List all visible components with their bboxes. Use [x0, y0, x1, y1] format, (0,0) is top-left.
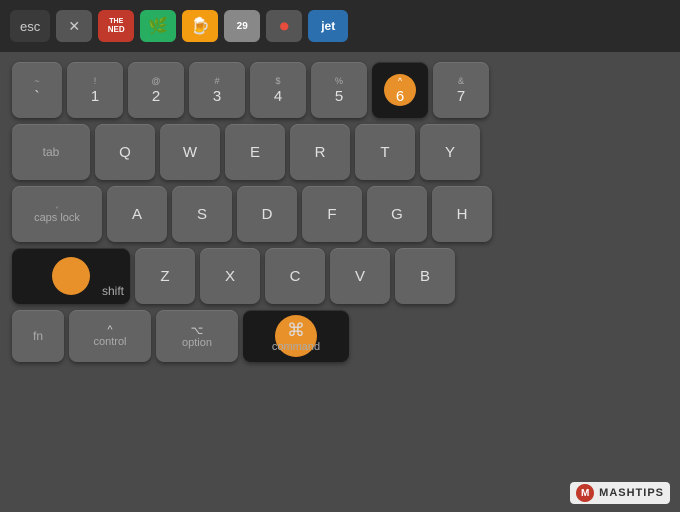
key-tilde[interactable]: ~ ` [12, 62, 62, 118]
key-f[interactable]: F [302, 186, 362, 242]
key-command[interactable]: ⌘ command [243, 310, 349, 362]
key-5[interactable]: % 5 [311, 62, 367, 118]
asdf-row: • caps lock A S D F G H [12, 186, 668, 242]
qwerty-row: tab Q W E R T Y [12, 124, 668, 180]
key-x[interactable]: X [200, 248, 260, 304]
key-caps-lock[interactable]: • caps lock [12, 186, 102, 242]
esc-key[interactable]: esc [10, 10, 50, 42]
touch-bar: esc ✕ THE NED 🌿 🍺 29 ⏺ jet [0, 0, 680, 52]
key-s[interactable]: S [172, 186, 232, 242]
key-fn[interactable]: fn [12, 310, 64, 362]
keyboard: ~ ` ! 1 @ 2 # 3 $ 4 % 5 ^ 6 & [0, 52, 680, 372]
tb-record-icon[interactable]: ⏺ [266, 10, 302, 42]
watermark-text: MASHTIPS [599, 487, 664, 499]
zxcv-row: shift Z X C V B [12, 248, 668, 304]
key-3[interactable]: # 3 [189, 62, 245, 118]
key-2[interactable]: @ 2 [128, 62, 184, 118]
key-e[interactable]: E [225, 124, 285, 180]
key-h[interactable]: H [432, 186, 492, 242]
tb-jet-icon[interactable]: jet [308, 10, 348, 42]
tb-close-icon[interactable]: ✕ [56, 10, 92, 42]
key-d[interactable]: D [237, 186, 297, 242]
key-q[interactable]: Q [95, 124, 155, 180]
tb-ned-icon[interactable]: THE NED [98, 10, 134, 42]
tb-29-icon[interactable]: 29 [224, 10, 260, 42]
tb-bottle-icon[interactable]: 🍺 [182, 10, 218, 42]
key-v[interactable]: V [330, 248, 390, 304]
key-option[interactable]: ⌥ option [156, 310, 238, 362]
bottom-row: fn ^ control ⌥ option ⌘ command [12, 310, 668, 362]
number-row: ~ ` ! 1 @ 2 # 3 $ 4 % 5 ^ 6 & [12, 62, 668, 118]
key-tab[interactable]: tab [12, 124, 90, 180]
key-a[interactable]: A [107, 186, 167, 242]
key-y[interactable]: Y [420, 124, 480, 180]
key-t[interactable]: T [355, 124, 415, 180]
key-7[interactable]: & 7 [433, 62, 489, 118]
tb-leaf-icon[interactable]: 🌿 [140, 10, 176, 42]
key-6[interactable]: ^ 6 [372, 62, 428, 118]
touch-bar-apps: ✕ THE NED 🌿 🍺 29 ⏺ jet [56, 10, 670, 42]
key-z[interactable]: Z [135, 248, 195, 304]
key-4[interactable]: $ 4 [250, 62, 306, 118]
watermark-logo: M [576, 484, 594, 502]
key-w[interactable]: W [160, 124, 220, 180]
key-r[interactable]: R [290, 124, 350, 180]
key-c[interactable]: C [265, 248, 325, 304]
watermark: M MASHTIPS [570, 482, 670, 504]
key-control[interactable]: ^ control [69, 310, 151, 362]
key-g[interactable]: G [367, 186, 427, 242]
key-shift[interactable]: shift [12, 248, 130, 304]
key-b[interactable]: B [395, 248, 455, 304]
key-1[interactable]: ! 1 [67, 62, 123, 118]
